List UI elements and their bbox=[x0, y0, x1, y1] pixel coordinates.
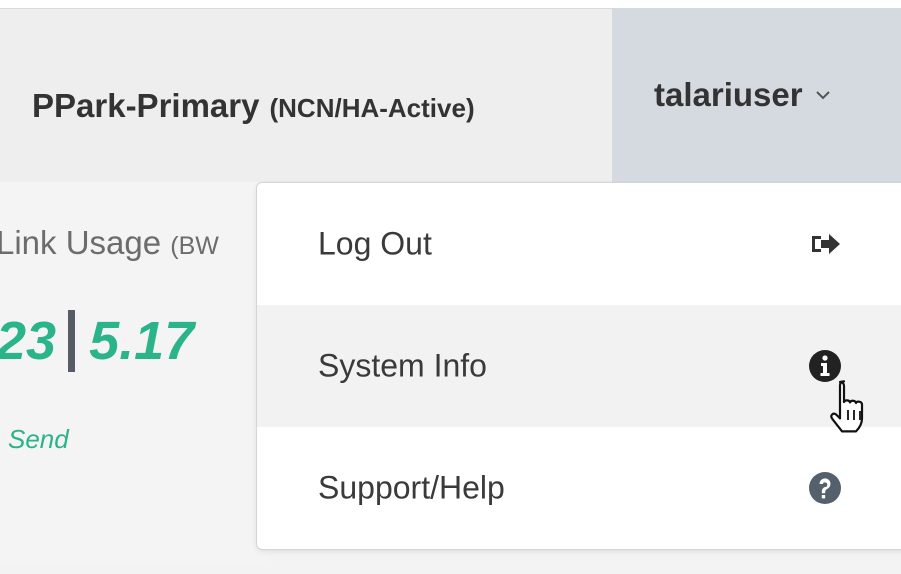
value-divider bbox=[68, 310, 76, 372]
question-circle-icon bbox=[809, 472, 841, 504]
menu-item-label: System Info bbox=[318, 347, 487, 384]
top-edge bbox=[0, 0, 901, 8]
sign-out-icon bbox=[812, 234, 840, 254]
device-name-primary: PPark-Primary bbox=[32, 87, 260, 124]
device-name: PPark-Primary (NCN/HA-Active) bbox=[32, 87, 475, 127]
send-label: Send bbox=[8, 424, 69, 454]
menu-item-support-help[interactable]: Support/Help bbox=[257, 427, 901, 549]
menu-item-system-info[interactable]: System Info bbox=[257, 305, 901, 427]
link-usage-label: Link Usage bbox=[0, 224, 162, 261]
link-usage-unit: (BW bbox=[170, 232, 219, 260]
hand-pointer-cursor-icon bbox=[830, 380, 864, 433]
link-usage-title: Link Usage (BW bbox=[0, 224, 219, 262]
menu-item-label: Support/Help bbox=[318, 469, 505, 506]
usage-value-send: 5.17 bbox=[89, 311, 195, 371]
user-menu-toggle[interactable]: talariuser bbox=[612, 8, 901, 182]
user-dropdown-menu: Log Out System Info Support/Help bbox=[256, 182, 901, 550]
user-name-label: talariuser bbox=[654, 76, 803, 113]
menu-item-label: Log Out bbox=[318, 225, 432, 262]
link-usage-panel: Link Usage (BW 23 5.17 Send bbox=[0, 182, 270, 562]
chevron-down-icon bbox=[815, 91, 830, 100]
link-usage-values: 23 5.17 bbox=[0, 310, 194, 372]
device-ha-status: (NCN/HA-Active) bbox=[269, 93, 475, 123]
usage-value-receive: 23 bbox=[0, 311, 57, 371]
menu-item-log-out[interactable]: Log Out bbox=[257, 183, 901, 305]
